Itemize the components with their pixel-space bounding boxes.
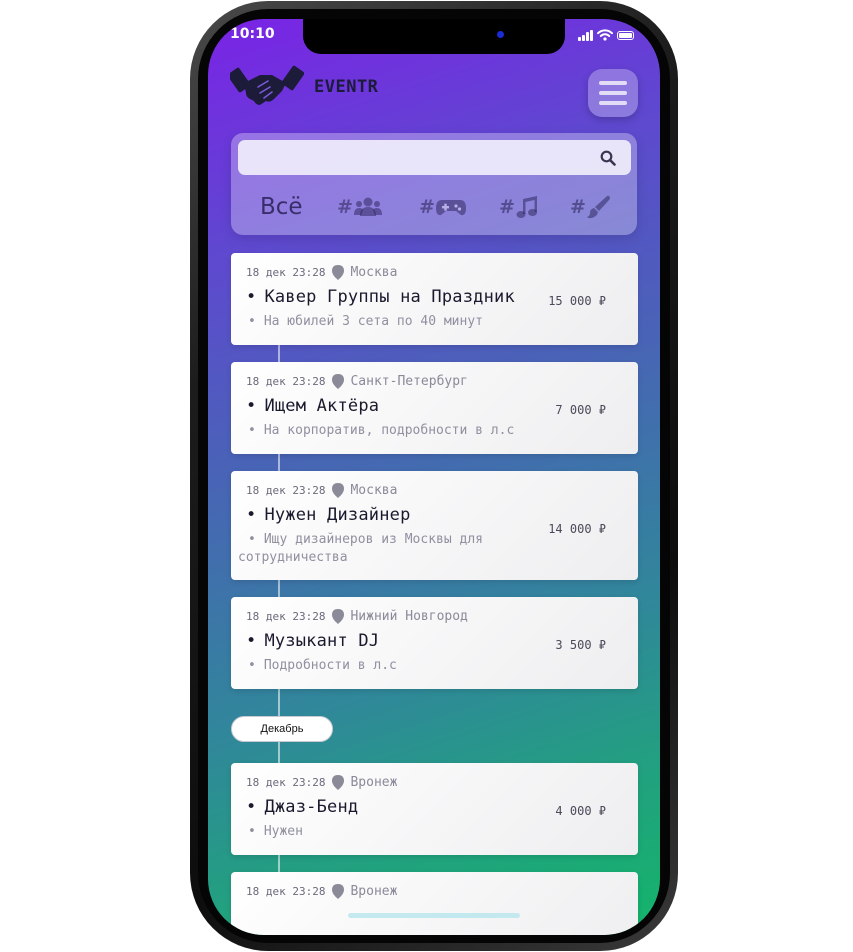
location-pin-icon [332,884,345,899]
event-meta: 18 дек 23:28 Вронеж [246,775,397,790]
event-title: Нужен Дизайнер [246,505,411,525]
users-icon [353,197,382,216]
brand[interactable]: EVENTR [230,61,378,107]
event-description: На корпоратив, подробности в л.с [248,423,514,438]
event-city: Москва [350,483,398,498]
event-price: 14 000 ₽ [548,522,606,536]
location-pin-icon [332,775,345,790]
event-meta: 18 дек 23:28 Москва [246,265,397,280]
event-title: Ищем Актёра [246,396,379,416]
location-pin-icon [332,374,345,389]
search-icon[interactable] [600,150,616,166]
event-card[interactable]: 18 дек 23:28 Москва Кавер Группы на Праз… [231,253,638,345]
event-city: Вронеж [350,775,398,790]
handshake-icon [230,65,304,105]
event-card[interactable]: 18 дек 23:28 Вронеж [231,872,638,935]
event-card[interactable]: 18 дек 23:28 Нижний Новгород Музыкант DJ… [231,597,638,689]
app-screen: 10:10 EVENTR Всё # # # # 18 дек 23:28 Мо… [208,19,660,935]
event-title: Джаз-Бенд [246,797,358,817]
tab-all[interactable]: Всё [260,185,303,229]
event-description: Ищу дизайнеров из Москвы для [248,532,483,547]
tab-games[interactable]: # [419,185,466,229]
menu-bar [599,91,627,95]
event-description: На юбилей 3 сета по 40 минут [248,314,483,329]
event-description: Подробности в л.с [248,658,397,673]
event-title: Музыкант DJ [246,631,379,651]
location-pin-icon [332,609,345,624]
status-time: 10:10 [230,26,275,42]
search-input[interactable] [238,140,631,175]
event-meta: 18 дек 23:28 Санкт-Петербург [246,374,468,389]
location-pin-icon [332,265,345,280]
battery-icon [617,30,634,40]
front-camera [497,31,504,38]
event-date: 18 дек 23:28 [246,375,326,388]
event-date: 18 дек 23:28 [246,776,326,789]
brand-name: EVENTR [314,77,379,97]
month-divider: Декабрь [231,716,333,742]
event-description: Нужен [248,824,303,839]
event-price: 15 000 ₽ [548,294,606,308]
location-pin-icon [332,483,345,498]
event-meta: 18 дек 23:28 Нижний Новгород [246,609,468,624]
menu-bar [599,81,627,85]
paintbrush-icon [586,195,610,219]
event-description-cont: сотрудничества [238,550,348,565]
event-city: Нижний Новгород [350,609,468,624]
category-tabs: Всё # # # # [231,185,637,229]
menu-button[interactable] [588,69,638,117]
event-price: 3 500 ₽ [555,638,606,652]
menu-bar [599,101,627,105]
event-date: 18 дек 23:28 [246,885,326,898]
tab-people[interactable]: # [337,185,382,229]
event-city: Санкт-Петербург [350,374,468,389]
event-meta: 18 дек 23:28 Москва [246,483,397,498]
event-price: 4 000 ₽ [555,804,606,818]
wifi-icon [597,29,613,41]
event-date: 18 дек 23:28 [246,610,326,623]
tab-art[interactable]: # [570,185,611,229]
event-city: Вронеж [350,884,398,899]
music-icon [516,196,537,218]
event-date: 18 дек 23:28 [246,484,326,497]
status-icons [578,29,634,41]
event-card[interactable]: 18 дек 23:28 Москва Нужен Дизайнер Ищу д… [231,471,638,580]
filter-panel: Всё # # # # [231,133,637,235]
event-city: Москва [350,265,398,280]
home-indicator[interactable] [348,913,520,918]
tab-music[interactable]: # [499,185,538,229]
event-card[interactable]: 18 дек 23:28 Вронеж Джаз-Бенд Нужен 4 00… [231,763,638,855]
event-meta: 18 дек 23:28 Вронеж [246,884,397,899]
notch [303,19,565,54]
event-card[interactable]: 18 дек 23:28 Санкт-Петербург Ищем Актёра… [231,362,638,454]
event-date: 18 дек 23:28 [246,266,326,279]
signal-icon [578,29,593,41]
event-title: Кавер Группы на Праздник [246,287,515,307]
event-price: 7 000 ₽ [555,403,606,417]
gamepad-icon [435,200,466,216]
